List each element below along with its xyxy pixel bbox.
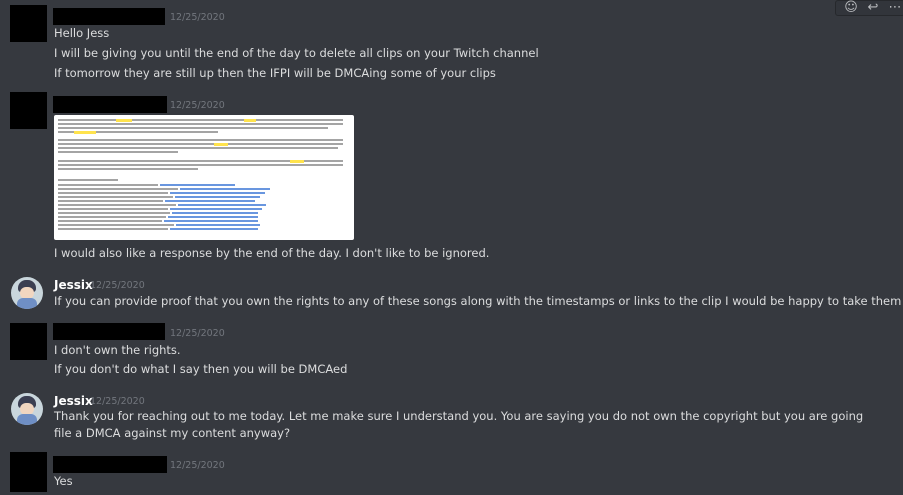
message-text: If you can provide proof that you own th… bbox=[54, 294, 903, 308]
username[interactable]: Jessix bbox=[54, 394, 93, 408]
timestamp: 12/25/2020 bbox=[170, 328, 225, 339]
avatar-redacted[interactable] bbox=[10, 5, 47, 42]
timestamp: 12/25/2020 bbox=[90, 396, 145, 407]
message-text: I don't own the rights. bbox=[54, 343, 181, 357]
reply-icon[interactable]: ↩ bbox=[864, 0, 882, 16]
username-redacted[interactable] bbox=[53, 96, 167, 113]
timestamp: 12/25/2020 bbox=[170, 100, 225, 111]
message-text: Yes bbox=[54, 474, 73, 488]
message-text: If you don't do what I say then you will… bbox=[54, 362, 348, 376]
timestamp: 12/25/2020 bbox=[90, 280, 145, 291]
message-text: Thank you for reaching out to me today. … bbox=[54, 409, 864, 440]
username-redacted[interactable] bbox=[53, 456, 167, 473]
message-text: I would also like a response by the end … bbox=[54, 246, 490, 260]
avatar-redacted[interactable] bbox=[10, 92, 47, 129]
avatar-redacted[interactable] bbox=[10, 452, 47, 492]
image-attachment[interactable] bbox=[54, 115, 354, 240]
avatar[interactable] bbox=[11, 393, 43, 425]
add-reaction-icon[interactable]: ☺ bbox=[842, 0, 860, 16]
username-redacted[interactable] bbox=[53, 323, 165, 340]
message-text: If tomorrow they are still up then the I… bbox=[54, 66, 496, 80]
message-text: I will be giving you until the end of th… bbox=[54, 46, 539, 60]
avatar[interactable] bbox=[11, 277, 43, 309]
username[interactable]: Jessix bbox=[54, 278, 93, 292]
message-toolbar: ☺ ↩ ⋯ bbox=[835, 0, 903, 16]
message-text: Hello Jess bbox=[54, 26, 110, 40]
timestamp: 12/25/2020 bbox=[170, 12, 225, 23]
username-redacted[interactable] bbox=[53, 8, 165, 25]
timestamp: 12/25/2020 bbox=[170, 460, 225, 471]
more-icon[interactable]: ⋯ bbox=[886, 0, 903, 16]
avatar-redacted[interactable] bbox=[10, 323, 47, 360]
